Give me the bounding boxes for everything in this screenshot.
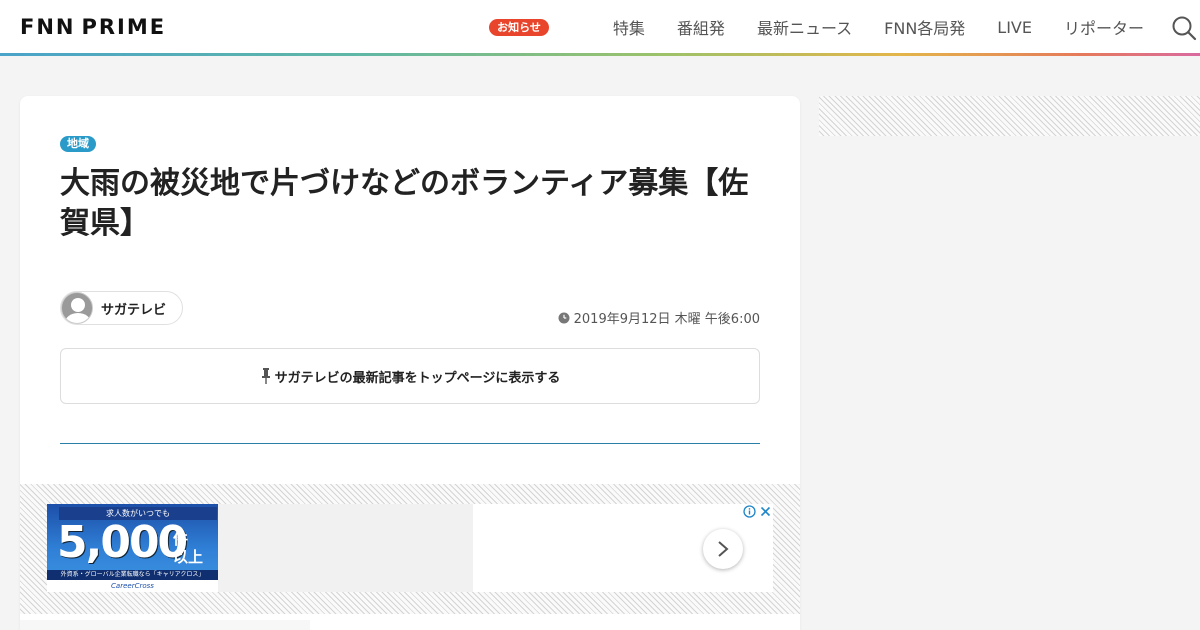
nav-item-latest-news[interactable]: 最新ニュース	[757, 15, 852, 39]
next-content-shade	[20, 620, 310, 630]
site-header: FNN PRIME お知らせ 特集 番組発 最新ニュース FNN各局発 LIVE…	[0, 0, 1200, 54]
publish-date: 2019年9月12日 木曜 午後6:00	[558, 308, 760, 327]
nav-item-programs[interactable]: 番組発	[677, 15, 725, 39]
author-name: サガテレビ	[101, 302, 167, 318]
site-logo[interactable]: FNN PRIME	[20, 15, 167, 39]
nav-item-live[interactable]: LIVE	[997, 18, 1032, 37]
nav-item-features[interactable]: 特集	[613, 15, 645, 39]
ad-next-button[interactable]	[703, 529, 743, 569]
main-nav: お知らせ 特集 番組発 最新ニュース FNN各局発 LIVE リポーター	[489, 0, 1144, 54]
pin-icon	[261, 368, 270, 384]
ad-sub-label: 外資系・グローバル企業転職なら「キャリアクロス」	[47, 570, 218, 580]
sidebar-ad-placeholder	[819, 96, 1200, 136]
header-accent-line	[0, 53, 1200, 56]
ad-big-number: 5,000	[57, 517, 188, 568]
logo-prefix: FNN	[20, 15, 76, 39]
notice-badge[interactable]: お知らせ	[489, 18, 549, 36]
ad-brand-logo: CareerCross	[111, 582, 154, 590]
nav-item-fnn-stations[interactable]: FNN各局発	[884, 15, 965, 39]
ad-close-icon[interactable]	[758, 504, 773, 519]
ad-area: 求人数がいつでも 5,000 件 以上 外資系・グローバル企業転職なら「キャリア…	[20, 484, 800, 614]
chevron-right-icon	[718, 541, 729, 557]
ad-unit-ijou: 以上	[173, 548, 204, 566]
article-divider	[60, 443, 760, 444]
nav-item-reporters[interactable]: リポーター	[1064, 15, 1144, 39]
search-icon[interactable]	[1171, 15, 1197, 41]
clock-icon	[558, 312, 570, 323]
ad-placeholder-panel	[218, 504, 473, 592]
category-badge[interactable]: 地域	[60, 136, 96, 152]
avatar	[61, 292, 93, 324]
article-title: 大雨の被災地で片づけなどのボランティア募集【佐賀県】	[60, 166, 749, 241]
pin-to-top-button[interactable]: サガテレビの最新記事をトップページに表示する	[60, 348, 760, 404]
pin-label: サガテレビの最新記事をトップページに表示する	[274, 370, 561, 386]
date-text: 2019年9月12日 木曜 午後6:00	[573, 312, 760, 327]
ad-banner[interactable]: 求人数がいつでも 5,000 件 以上 外資系・グローバル企業転職なら「キャリア…	[47, 504, 218, 592]
logo-fnn: FNN	[20, 15, 76, 39]
author-chip[interactable]: サガテレビ	[60, 291, 184, 325]
ad-info-icon[interactable]	[742, 504, 757, 519]
logo-prime: PRIME	[81, 15, 167, 39]
